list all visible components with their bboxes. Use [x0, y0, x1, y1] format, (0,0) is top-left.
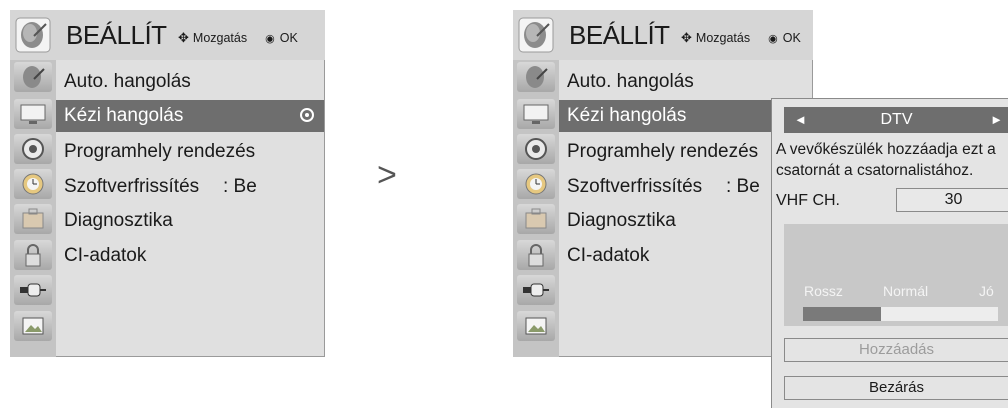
move-arrows-icon: ✥: [681, 30, 692, 45]
menu-item-label: Diagnosztika: [567, 210, 676, 231]
menu-item-label: CI-adatok: [567, 245, 650, 266]
info-message: A vevőkészülék hozzáadja ezt a csatornát…: [776, 139, 996, 181]
signal-label-normal: Normál: [883, 283, 929, 299]
photo-icon[interactable]: [517, 311, 555, 341]
nav-hint: ✥ Mozgatás ◉ OK: [681, 30, 801, 46]
menu-item-label: Programhely rendezés: [567, 141, 759, 162]
tv-screen-icon[interactable]: [517, 99, 555, 129]
menu-item-label: Kézi hangolás: [64, 105, 184, 126]
menu-item-label: CI-adatok: [64, 245, 147, 266]
menu-item-value: : Be: [223, 176, 257, 197]
add-button[interactable]: Hozzáadás: [784, 338, 1008, 362]
category-icon-column: [513, 60, 559, 357]
setup-satellite-icon: [517, 14, 557, 56]
menu-item-label: Kézi hangolás: [567, 105, 687, 126]
channel-type-selector[interactable]: ◄ DTV ►: [784, 107, 1008, 133]
setup-menu-right: BEÁLLÍT ✥ Mozgatás ◉ OK Auto. hangolás K…: [513, 10, 813, 357]
arrow-right-icon[interactable]: ►: [990, 107, 1003, 133]
briefcase-icon[interactable]: [517, 204, 555, 234]
menu-item-value: : Be: [726, 176, 760, 197]
setup-menu-left: BEÁLLÍT ✥ Mozgatás ◉ OK Auto. hangolás K…: [10, 10, 325, 357]
menu-item-label: Programhely rendezés: [64, 141, 256, 162]
menu-title: BEÁLLÍT: [569, 20, 670, 50]
input-plug-icon[interactable]: [14, 275, 52, 305]
vhf-channel-label: VHF CH.: [776, 192, 840, 209]
menu-item-list: Auto. hangolás Kézi hangolás Programhely…: [56, 60, 325, 357]
clock-icon[interactable]: [14, 169, 52, 199]
signal-strength-fill: [803, 307, 881, 321]
menu-item-label: Szoftverfrissítés: [567, 176, 703, 197]
step-arrow: >: [377, 156, 397, 194]
menu-item-label: Auto. hangolás: [567, 71, 694, 92]
signal-label-good: Jó: [979, 283, 994, 299]
menu-item-label: Diagnosztika: [64, 210, 173, 231]
manual-tuning-popup: ◄ DTV ► A vevőkészülék hozzáadja ezt a c…: [771, 98, 1008, 408]
tv-screen-icon[interactable]: [14, 99, 52, 129]
lock-icon[interactable]: [14, 240, 52, 270]
move-arrows-icon: ✥: [178, 30, 189, 45]
signal-strength-panel: Rossz Normál Jó: [784, 224, 1008, 326]
briefcase-icon[interactable]: [14, 204, 52, 234]
ok-button-icon: ◉: [768, 32, 778, 45]
signal-label-bad: Rossz: [804, 283, 843, 299]
category-icon-column: [10, 60, 56, 357]
clock-icon[interactable]: [517, 169, 555, 199]
lock-icon[interactable]: [517, 240, 555, 270]
speaker-icon[interactable]: [14, 134, 52, 164]
setup-satellite-icon[interactable]: [14, 62, 52, 92]
channel-type-label: DTV: [880, 111, 913, 128]
nav-hint: ✥ Mozgatás ◉ OK: [178, 30, 298, 46]
setup-satellite-icon[interactable]: [517, 62, 555, 92]
setup-satellite-icon: [14, 14, 54, 56]
info-message-line: csatornát a csatornalistához.: [776, 162, 974, 179]
vhf-channel-field[interactable]: 30: [896, 188, 1008, 212]
menu-title: BEÁLLÍT: [66, 20, 167, 50]
menu-item-label: Auto. hangolás: [64, 71, 191, 92]
ok-hint-label: OK: [279, 31, 298, 45]
menu-item-software-update[interactable]: Szoftverfrissítés : Be: [56, 171, 324, 203]
menu-header: BEÁLLÍT ✥ Mozgatás ◉ OK: [10, 10, 325, 60]
menu-item-ci-info[interactable]: CI-adatok: [56, 240, 324, 272]
photo-icon[interactable]: [14, 311, 52, 341]
input-plug-icon[interactable]: [517, 275, 555, 305]
menu-item-manual-tuning[interactable]: Kézi hangolás: [56, 100, 324, 132]
info-message-line: A vevőkészülék hozzáadja ezt a: [776, 141, 996, 158]
menu-item-auto-tuning[interactable]: Auto. hangolás: [56, 66, 324, 98]
ok-hint-label: OK: [782, 31, 801, 45]
menu-item-diagnostics[interactable]: Diagnosztika: [56, 205, 324, 237]
close-button[interactable]: Bezárás: [784, 376, 1008, 400]
signal-strength-bar: [803, 307, 998, 321]
menu-item-label: Szoftverfrissítés: [64, 176, 200, 197]
speaker-icon[interactable]: [517, 134, 555, 164]
ok-radio-icon: [300, 108, 314, 122]
move-hint-label: Mozgatás: [192, 31, 248, 45]
ok-button-icon: ◉: [265, 32, 275, 45]
menu-header: BEÁLLÍT ✥ Mozgatás ◉ OK: [513, 10, 813, 60]
move-hint-label: Mozgatás: [695, 31, 751, 45]
menu-item-auto-tuning[interactable]: Auto. hangolás: [559, 66, 812, 98]
arrow-left-icon[interactable]: ◄: [794, 107, 807, 133]
menu-item-program-edit[interactable]: Programhely rendezés: [56, 136, 324, 168]
